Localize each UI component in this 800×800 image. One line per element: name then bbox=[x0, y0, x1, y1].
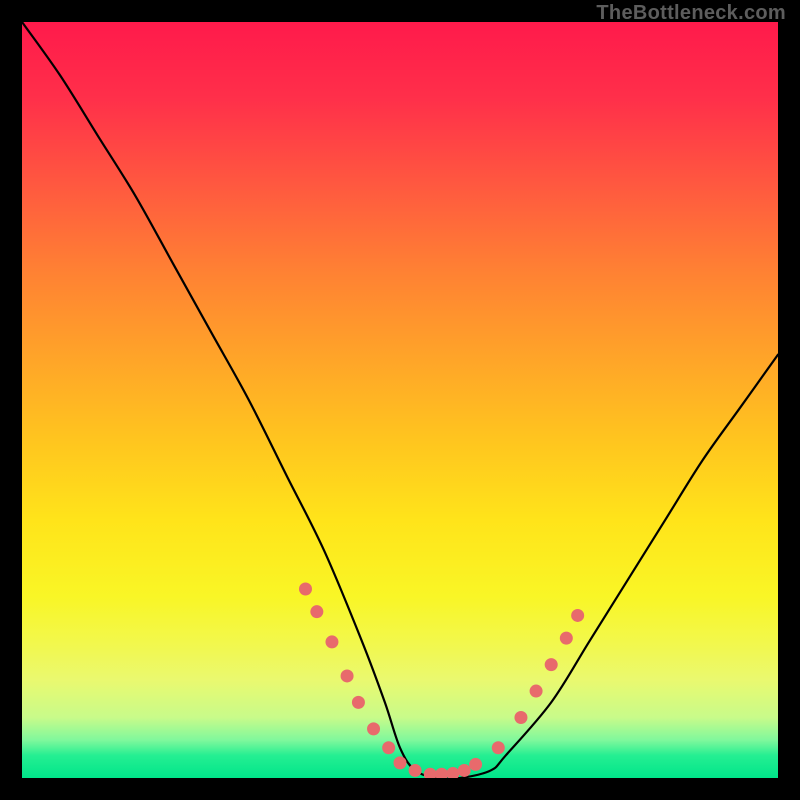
chart-plot-area bbox=[22, 22, 778, 778]
highlight-point bbox=[560, 632, 573, 645]
highlight-point bbox=[435, 768, 448, 778]
highlight-point bbox=[310, 605, 323, 618]
highlight-point bbox=[325, 635, 338, 648]
highlight-point bbox=[299, 583, 312, 596]
highlight-point bbox=[530, 685, 543, 698]
highlight-point bbox=[409, 764, 422, 777]
chart-frame: TheBottleneck.com bbox=[0, 0, 800, 800]
highlight-point bbox=[492, 741, 505, 754]
highlight-point bbox=[424, 768, 437, 778]
highlight-point bbox=[446, 767, 459, 778]
highlight-point bbox=[394, 756, 407, 769]
highlight-point bbox=[458, 764, 471, 777]
highlight-point bbox=[382, 741, 395, 754]
highlight-point bbox=[545, 658, 558, 671]
highlight-point bbox=[341, 669, 354, 682]
chart-svg bbox=[22, 22, 778, 778]
highlight-point bbox=[367, 722, 380, 735]
highlight-point bbox=[571, 609, 584, 622]
bottleneck-curve bbox=[22, 22, 778, 778]
highlight-point bbox=[352, 696, 365, 709]
highlighted-points bbox=[299, 583, 584, 779]
highlight-point bbox=[469, 758, 482, 771]
highlight-point bbox=[514, 711, 527, 724]
